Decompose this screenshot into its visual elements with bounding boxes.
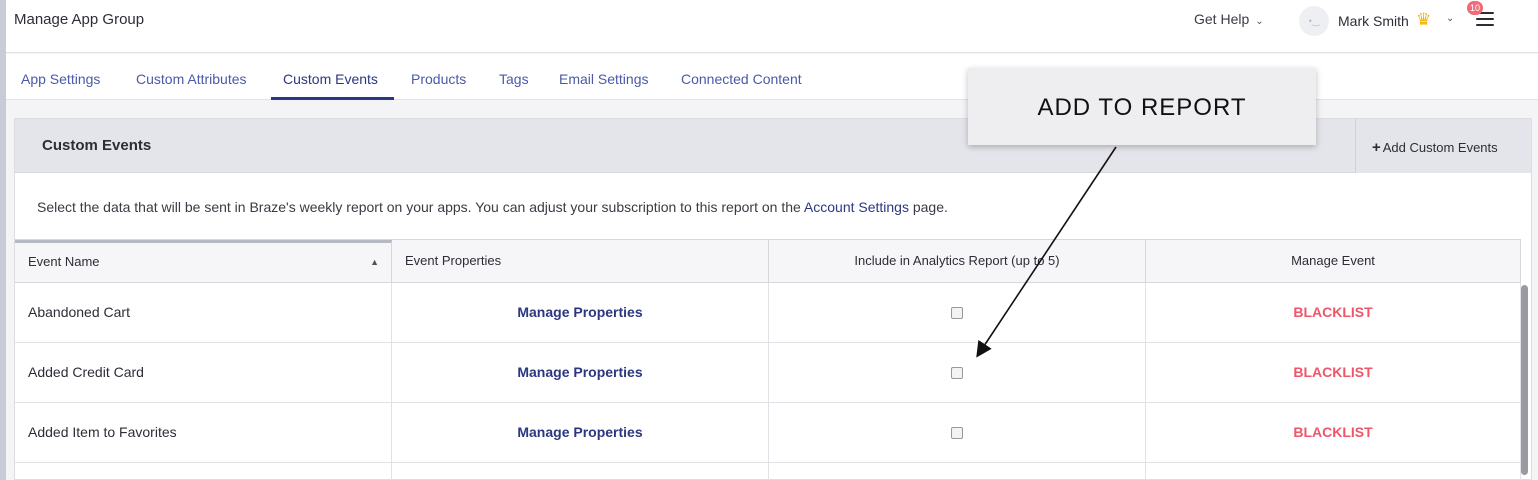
get-help-label: Get Help bbox=[1194, 11, 1250, 27]
sort-caret-icon: ▲ bbox=[370, 257, 379, 267]
custom-events-panel: Custom Events + Add Custom Events Select … bbox=[14, 118, 1532, 480]
add-custom-events-label: Add Custom Events bbox=[1382, 140, 1498, 155]
table-row: Added Credit Card Manage Properties BLAC… bbox=[15, 343, 1521, 403]
manage-properties-link[interactable]: Manage Properties bbox=[392, 403, 769, 463]
include-report-cell bbox=[769, 403, 1146, 463]
chevron-down-icon[interactable]: ⌄ bbox=[1446, 13, 1454, 24]
crown-icon: ♛ bbox=[1416, 10, 1432, 29]
event-name: Added Item to Favorites bbox=[15, 403, 392, 463]
table-row: Added Item to Favorites Manage Propertie… bbox=[15, 403, 1521, 463]
tab-products[interactable]: Products bbox=[411, 71, 466, 87]
tab-email-settings[interactable]: Email Settings bbox=[559, 71, 648, 87]
manage-event-cell bbox=[1146, 463, 1521, 480]
table-row bbox=[15, 463, 1521, 480]
chevron-down-icon: ⌄ bbox=[1255, 16, 1264, 27]
panel-title: Custom Events bbox=[42, 137, 152, 154]
table-header: Event Name ▲ Event Properties Include in… bbox=[15, 239, 1521, 283]
column-header-event-name[interactable]: Event Name ▲ bbox=[15, 240, 392, 282]
include-report-checkbox[interactable] bbox=[951, 427, 963, 439]
avatar[interactable]: •‿ bbox=[1299, 6, 1329, 36]
blacklist-button[interactable]: BLACKLIST bbox=[1146, 343, 1521, 403]
active-tab-indicator bbox=[271, 97, 394, 100]
blacklist-button[interactable]: BLACKLIST bbox=[1146, 283, 1521, 343]
tab-tags[interactable]: Tags bbox=[499, 71, 529, 87]
event-properties-cell bbox=[392, 463, 769, 480]
table-row: Abandoned Cart Manage Properties BLACKLI… bbox=[15, 283, 1521, 343]
tab-custom-events[interactable]: Custom Events bbox=[283, 71, 378, 87]
blacklist-button[interactable]: BLACKLIST bbox=[1146, 403, 1521, 463]
description-text: Select the data that will be sent in Bra… bbox=[37, 199, 801, 215]
event-name: Abandoned Cart bbox=[15, 283, 392, 343]
top-header: Manage App Group Get Help ⌄ •‿ Mark Smith… bbox=[6, 0, 1538, 53]
tab-custom-attributes[interactable]: Custom Attributes bbox=[136, 71, 247, 87]
annotation-callout: ADD TO REPORT bbox=[968, 68, 1316, 145]
column-header-manage-event: Manage Event bbox=[1146, 240, 1521, 282]
manage-properties-link[interactable]: Manage Properties bbox=[392, 343, 769, 403]
column-header-include-report: Include in Analytics Report (up to 5) bbox=[769, 240, 1146, 282]
event-name bbox=[15, 463, 392, 480]
get-help-menu[interactable]: Get Help ⌄ bbox=[1194, 11, 1264, 27]
manage-properties-link[interactable]: Manage Properties bbox=[392, 283, 769, 343]
add-custom-events-button[interactable]: + Add Custom Events bbox=[1355, 119, 1531, 173]
panel-description: Select the data that will be sent in Bra… bbox=[37, 199, 948, 215]
tab-connected-content[interactable]: Connected Content bbox=[681, 71, 802, 87]
include-report-checkbox[interactable] bbox=[951, 307, 963, 319]
include-report-cell bbox=[769, 463, 1146, 480]
notification-badge[interactable]: 10 bbox=[1467, 1, 1483, 15]
page-title: Manage App Group bbox=[14, 11, 145, 28]
description-suffix: page. bbox=[912, 199, 948, 215]
vertical-scrollbar[interactable] bbox=[1521, 285, 1528, 475]
column-header-event-properties: Event Properties bbox=[392, 240, 769, 282]
tab-app-settings[interactable]: App Settings bbox=[21, 71, 100, 87]
column-label: Event Name bbox=[28, 254, 100, 269]
account-settings-link[interactable]: Account Settings bbox=[804, 199, 909, 215]
include-report-cell bbox=[769, 283, 1146, 343]
include-report-cell bbox=[769, 343, 1146, 403]
plus-icon: + bbox=[1372, 139, 1381, 156]
include-report-checkbox[interactable] bbox=[951, 367, 963, 379]
user-name[interactable]: Mark Smith bbox=[1338, 13, 1409, 29]
event-name: Added Credit Card bbox=[15, 343, 392, 403]
